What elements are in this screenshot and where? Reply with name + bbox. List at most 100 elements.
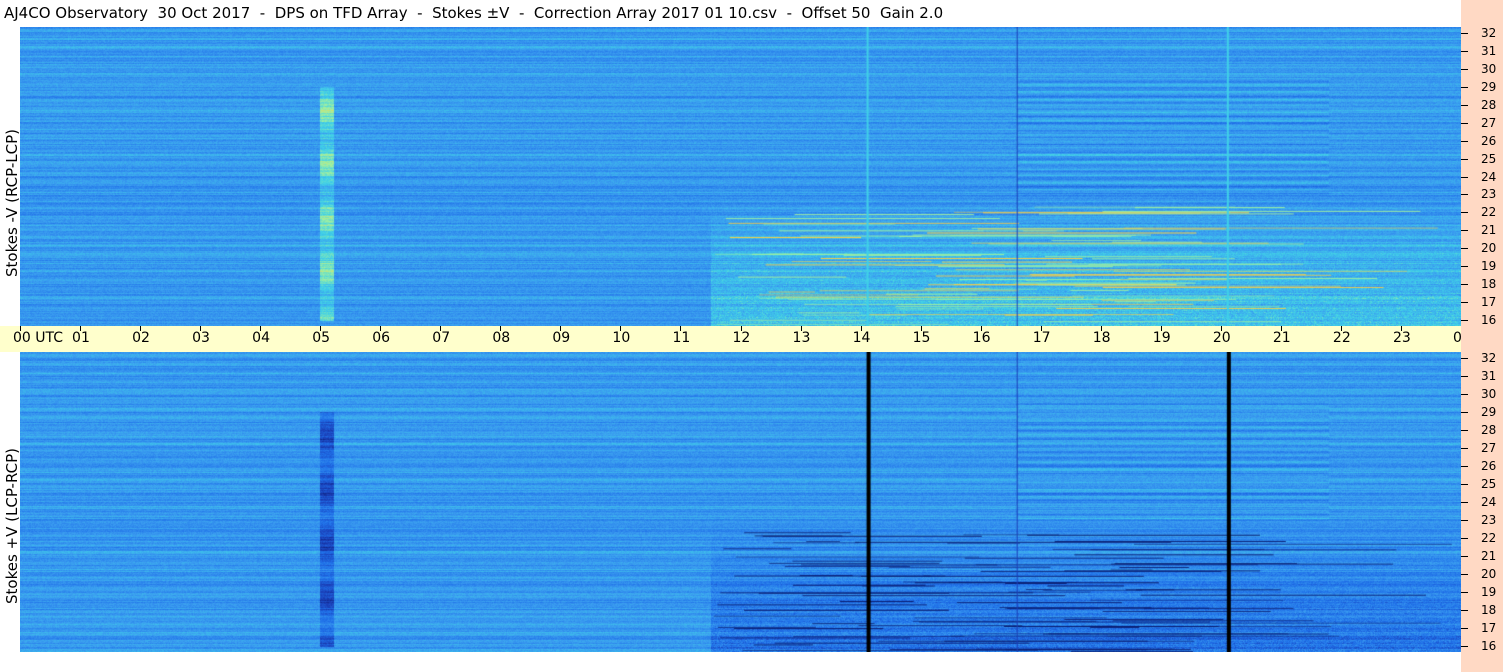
- mhz-tick-label: 31: [1481, 369, 1497, 383]
- mhz-tick: [1461, 610, 1468, 611]
- mhz-tick: [1461, 430, 1468, 431]
- mhz-tick: [1461, 394, 1468, 395]
- mhz-tick-label: 17: [1481, 295, 1497, 310]
- utc-tick-label: 07: [432, 330, 451, 346]
- mhz-tick-label: 29: [1481, 405, 1497, 419]
- mhz-tick: [1461, 358, 1468, 359]
- utc-tick-label: 22: [1332, 330, 1351, 346]
- mhz-tick: [1461, 628, 1468, 629]
- mhz-tick-label: 22: [1481, 531, 1497, 545]
- mhz-tick-label: 32: [1481, 351, 1497, 365]
- mhz-tick: [1461, 104, 1468, 106]
- mhz-tick: [1461, 556, 1468, 557]
- mhz-tick-label: 24: [1481, 169, 1497, 184]
- utc-tick-label: 19: [1152, 330, 1171, 346]
- mhz-tick-label: 20: [1481, 567, 1497, 581]
- utc-tick-label: 14: [852, 330, 871, 346]
- mhz-tick-label: 18: [1481, 603, 1497, 617]
- mhz-tick: [1461, 158, 1468, 160]
- mhz-tick-label: 30: [1481, 387, 1497, 401]
- utc-tick-label: 08: [492, 330, 511, 346]
- mhz-tick: [1461, 592, 1468, 593]
- mhz-tick-label: 28: [1481, 97, 1497, 112]
- mhz-tick: [1461, 50, 1468, 52]
- utc-tick-label: 20: [1212, 330, 1231, 346]
- mhz-tick: [1461, 248, 1468, 250]
- utc-tick-label: 21: [1272, 330, 1291, 346]
- mhz-tick: [1461, 68, 1468, 70]
- spectrogram-top-canvas: [20, 27, 1461, 326]
- mhz-tick: [1461, 122, 1468, 124]
- mhz-tick-label: 17: [1481, 621, 1497, 635]
- mhz-tick-label: 23: [1481, 513, 1497, 527]
- utc-tick-label: 00 UTC: [13, 330, 64, 346]
- mhz-tick: [1461, 284, 1468, 286]
- mhz-tick-label: 25: [1481, 151, 1497, 166]
- mhz-tick: [1461, 574, 1468, 575]
- mhz-tick-label: 21: [1481, 223, 1497, 238]
- utc-tick-label: 06: [372, 330, 391, 346]
- corner-block: [1461, 0, 1503, 27]
- utc-tick-label: 05: [312, 330, 331, 346]
- mhz-tick-label: 28: [1481, 423, 1497, 437]
- page-title: AJ4CO Observatory 30 Oct 2017 - DPS on T…: [4, 4, 944, 22]
- mhz-tick-label: 19: [1481, 259, 1497, 274]
- mhz-tick: [1461, 520, 1468, 521]
- panel-bottom-label: Stokes +V (LCP-RCP): [3, 448, 21, 604]
- utc-time-axis: 00 UTC 01 02 03 04 05 06 07 08 09 10 11 12 13 14 15 16 17…: [0, 326, 1503, 352]
- utc-tick-label: 23: [1392, 330, 1411, 346]
- utc-tick-label: 03: [192, 330, 210, 346]
- mhz-tick: [1461, 230, 1468, 232]
- mhz-tick-label: 16: [1481, 639, 1497, 653]
- mhz-tick-label: 26: [1481, 133, 1497, 148]
- mhz-tick: [1461, 140, 1468, 142]
- mhz-tick-label: 31: [1481, 43, 1497, 58]
- mhz-tick-label: 19: [1481, 585, 1497, 599]
- utc-tick-label: 16: [972, 330, 991, 346]
- mhz-tick: [1461, 448, 1468, 449]
- utc-tick-label: 17: [1032, 330, 1051, 346]
- mhz-tick: [1461, 320, 1468, 321]
- utc-tick-label: 01: [72, 330, 90, 346]
- mhz-tick: [1461, 33, 1468, 34]
- mhz-tick: [1461, 502, 1468, 503]
- spectrogram-bottom: [20, 352, 1461, 652]
- utc-tick-label: 15: [912, 330, 931, 346]
- mhz-tick: [1461, 412, 1468, 413]
- mhz-tick: [1461, 466, 1468, 467]
- utc-tick-label: 09: [552, 330, 571, 346]
- mhz-tick: [1461, 86, 1468, 88]
- utc-tick-label: 13: [792, 330, 811, 346]
- mhz-tick: [1461, 194, 1468, 196]
- mhz-tick-label: 16: [1481, 313, 1497, 327]
- utc-tick-label: 18: [1092, 330, 1111, 346]
- mhz-tick: [1461, 266, 1468, 268]
- spectrogram-bottom-canvas: [20, 352, 1461, 652]
- utc-tick-label: 11: [672, 330, 691, 346]
- mhz-tick-label: 30: [1481, 61, 1497, 76]
- mhz-tick-label: 26: [1481, 459, 1497, 473]
- mhz-tick-label: 22: [1481, 205, 1497, 220]
- mhz-tick: [1461, 376, 1468, 377]
- mhz-tick: [1461, 484, 1468, 485]
- mhz-tick-label: 25: [1481, 477, 1497, 491]
- spectrogram-top: [20, 27, 1461, 326]
- mhz-tick-label: 18: [1481, 277, 1497, 292]
- utc-tick-label: 04: [252, 330, 270, 346]
- mhz-tick-label: 23: [1481, 187, 1497, 202]
- utc-tick-label: 12: [732, 330, 751, 346]
- mhz-tick-label: 24: [1481, 495, 1497, 509]
- utc-tick-label: 10: [612, 330, 631, 346]
- mhz-tick: [1461, 538, 1468, 539]
- panel-top-label: Stokes -V (RCP-LCP): [3, 129, 21, 277]
- mhz-tick: [1461, 646, 1468, 647]
- mhz-tick-label: 20: [1481, 241, 1497, 256]
- mhz-tick-label: 32: [1481, 26, 1497, 40]
- mhz-tick: [1461, 212, 1468, 214]
- mhz-tick-label: 21: [1481, 549, 1497, 563]
- mhz-tick-label: 29: [1481, 79, 1497, 94]
- mhz-tick: [1461, 302, 1468, 304]
- utc-tick-label: 02: [132, 330, 150, 346]
- mhz-tick: [1461, 176, 1468, 178]
- mhz-tick-label: 27: [1481, 115, 1497, 130]
